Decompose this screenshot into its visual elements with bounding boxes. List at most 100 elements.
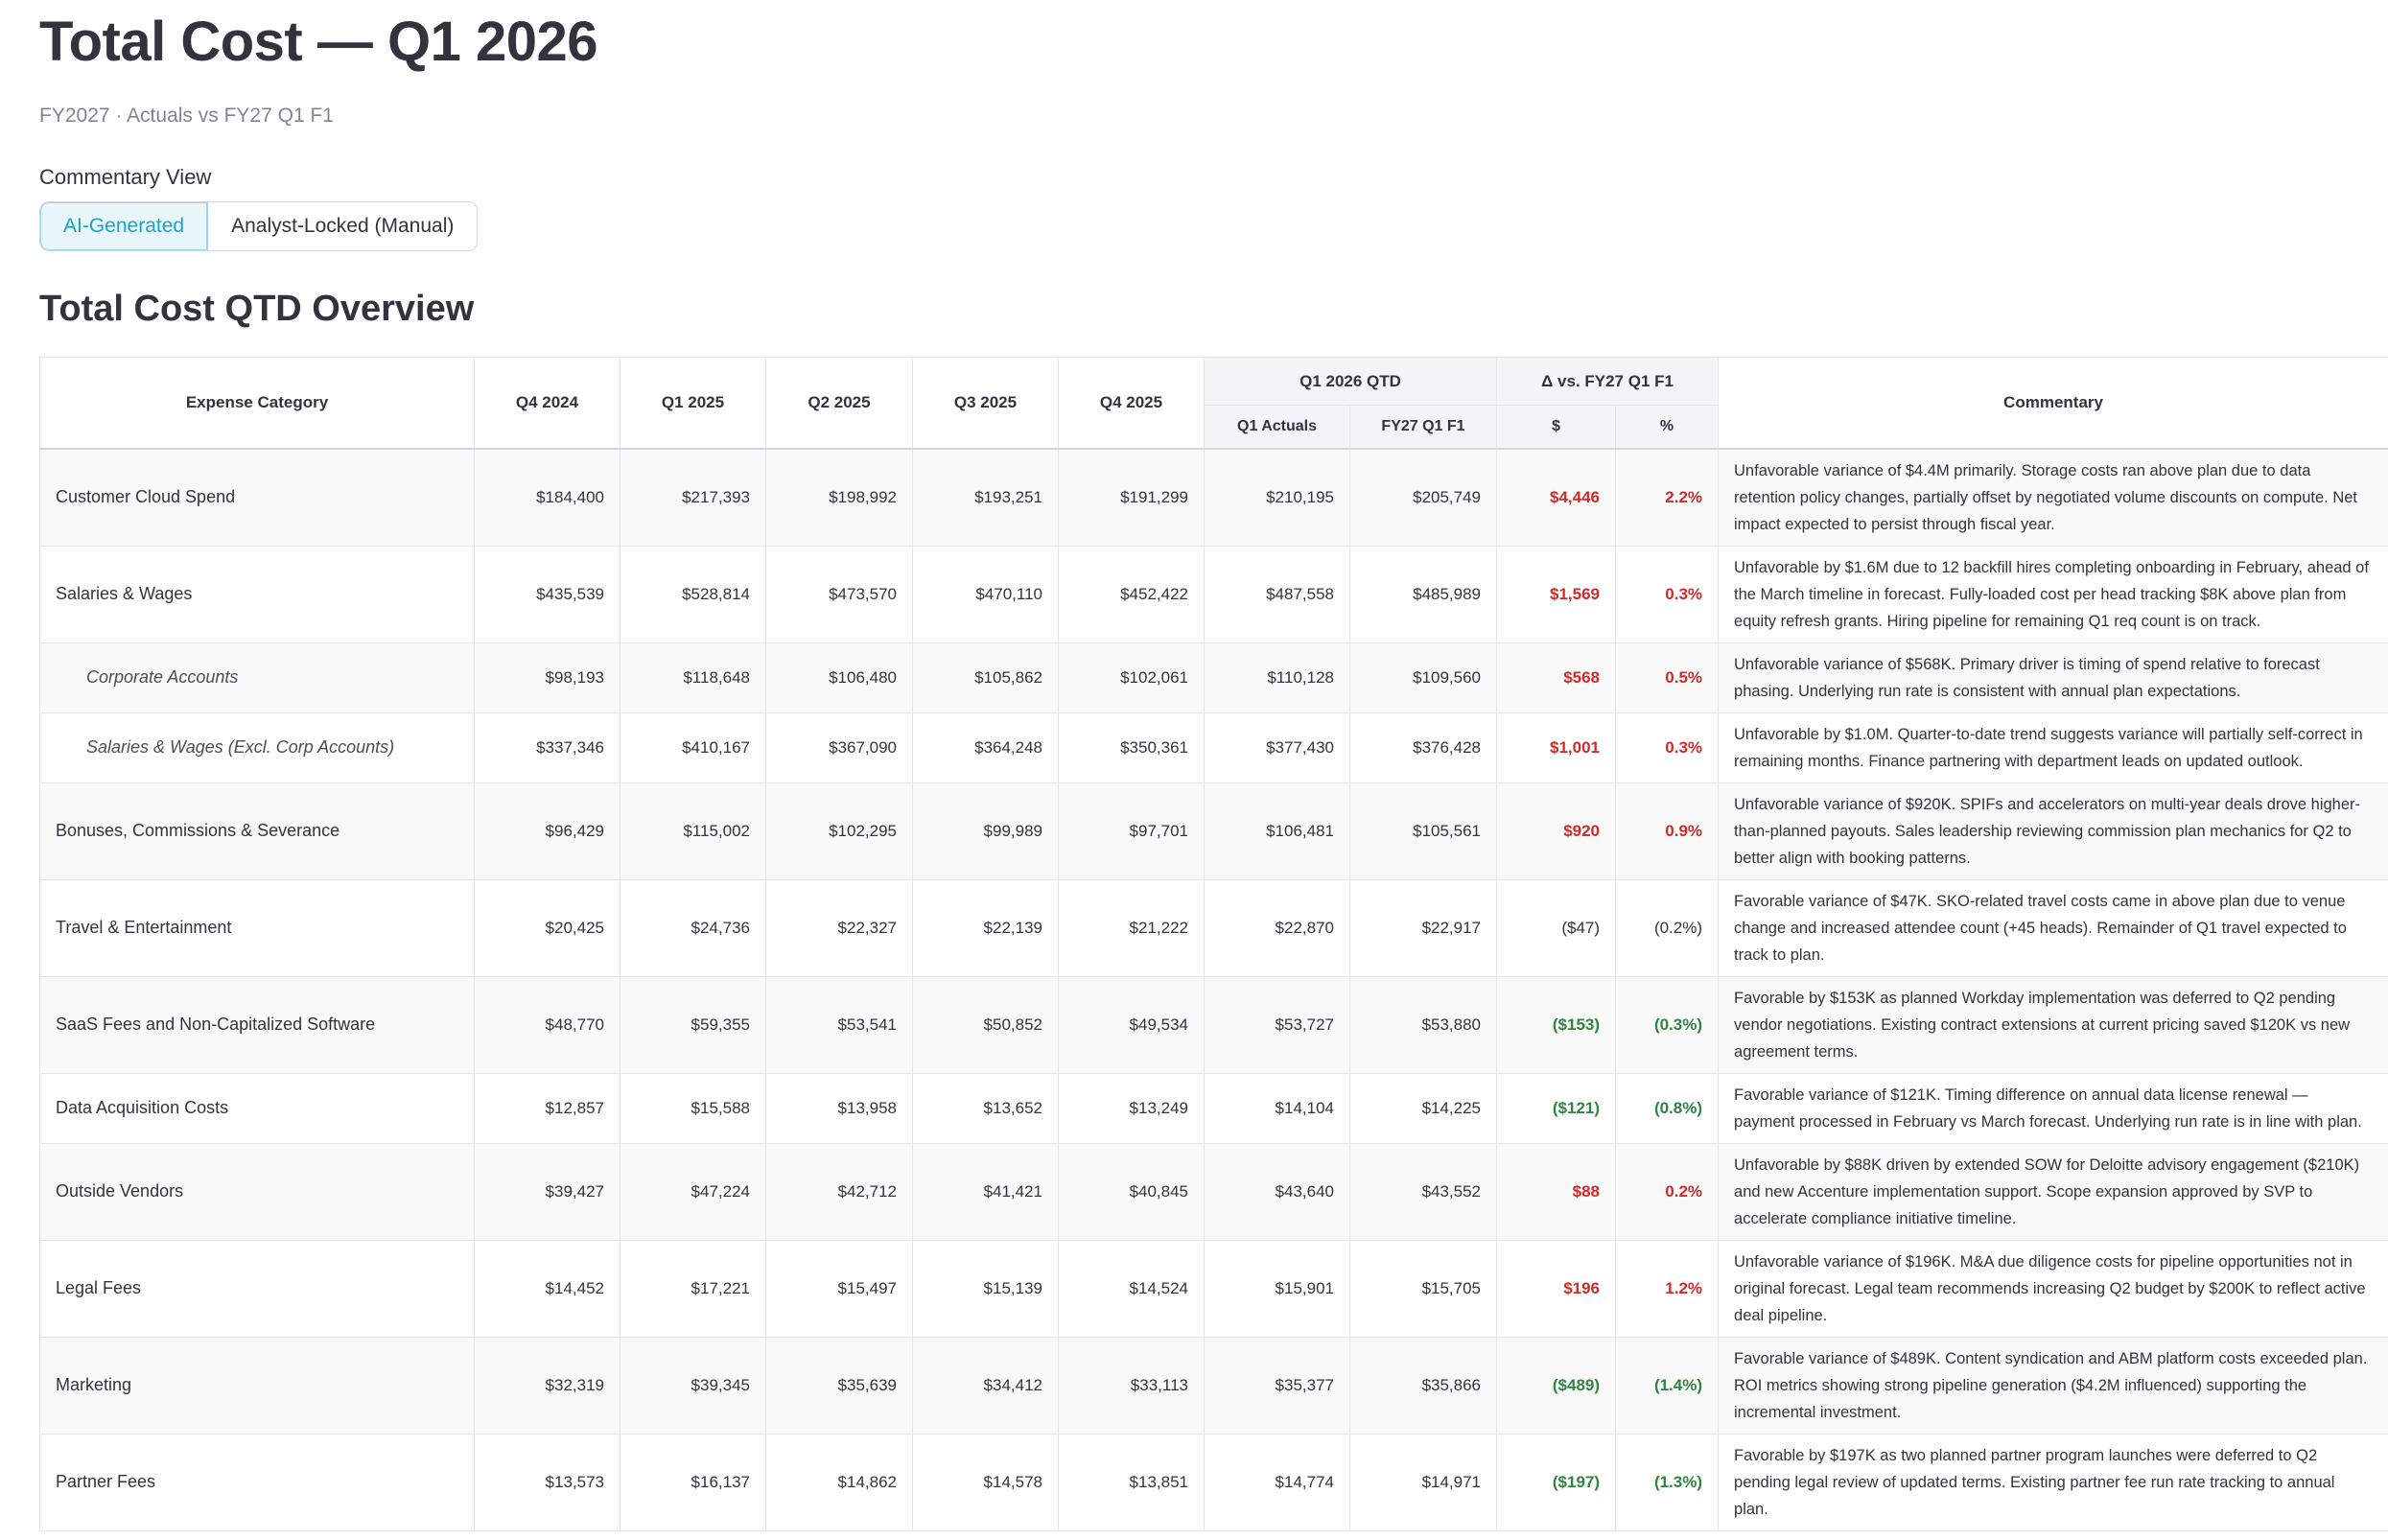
ai-generated-option[interactable]: AI-Generated xyxy=(40,202,209,250)
table-row[interactable]: Legal Fees $14,452 $17,221 $15,497 $15,139 $1… xyxy=(39,1239,2388,1338)
cell-commentary: Unfavorable variance of $4.4M primarily.… xyxy=(1718,448,2388,547)
header-delta-usd[interactable]: $ xyxy=(1496,405,1617,450)
header-q3-2025[interactable]: Q3 2025 xyxy=(912,357,1059,450)
cell-fy27-f1: $205,749 xyxy=(1348,448,1498,547)
cell-delta-pct: 0.3% xyxy=(1615,712,1720,783)
cell-q2-2025: $106,480 xyxy=(765,642,913,713)
commentary-view-label: Commentary View xyxy=(39,165,212,189)
commentary-view-toggle: AI-Generated Analyst-Locked (Manual) xyxy=(39,201,479,251)
cell-q4-2024: $12,857 xyxy=(474,1072,620,1144)
table-row[interactable]: Marketing $32,319 $39,345 $35,639 $34,412 $33… xyxy=(39,1336,2388,1435)
cell-q3-2025: $14,578 xyxy=(912,1433,1059,1531)
cell-commentary: Favorable by $197K as two planned partne… xyxy=(1718,1433,2388,1531)
cell-q4-2025: $40,845 xyxy=(1058,1142,1205,1241)
header-fy27-q1-f1[interactable]: FY27 Q1 F1 xyxy=(1348,405,1498,450)
table-row[interactable]: Bonuses, Commissions & Severance $96,429 $… xyxy=(39,782,2388,880)
cell-fy27-f1: $485,989 xyxy=(1348,545,1498,643)
cell-delta-pct: (1.3%) xyxy=(1615,1433,1720,1531)
cell-fy27-f1: $22,917 xyxy=(1348,878,1498,977)
cell-q1-2025: $16,137 xyxy=(620,1433,766,1531)
header-commentary[interactable]: Commentary xyxy=(1718,357,2388,450)
header-q1-actuals[interactable]: Q1 Actuals xyxy=(1204,405,1350,450)
table-row[interactable]: Salaries & Wages (Excl. Corp Accounts) $3… xyxy=(39,712,2388,783)
header-q1-2025[interactable]: Q1 2025 xyxy=(620,357,766,450)
cell-q1-actuals: $43,640 xyxy=(1204,1142,1350,1241)
cell-q4-2024: $32,319 xyxy=(474,1336,620,1435)
page-title: Total Cost — Q1 2026 xyxy=(39,11,597,73)
header-delta-pct[interactable]: % xyxy=(1615,405,1720,450)
cell-q3-2025: $34,412 xyxy=(912,1336,1059,1435)
cell-delta-pct: (0.8%) xyxy=(1615,1072,1720,1144)
cell-expense-category: Corporate Accounts xyxy=(39,642,475,713)
table-row[interactable]: Outside Vendors $39,427 $47,224 $42,712 $41,… xyxy=(39,1142,2388,1241)
cell-q1-actuals: $35,377 xyxy=(1204,1336,1350,1435)
cell-q3-2025: $50,852 xyxy=(912,975,1059,1074)
cell-commentary: Unfavorable by $1.6M due to 12 backfill … xyxy=(1718,545,2388,643)
header-q4-2024[interactable]: Q4 2024 xyxy=(474,357,620,450)
cell-q4-2025: $49,534 xyxy=(1058,975,1205,1074)
cell-expense-category: Travel & Entertainment xyxy=(39,878,475,977)
cell-q4-2024: $184,400 xyxy=(474,448,620,547)
table-row[interactable]: Salaries & Wages $435,539 $528,814 $473,570… xyxy=(39,545,2388,643)
table-row[interactable]: Corporate Accounts $98,193 $118,648 $106,48… xyxy=(39,642,2388,713)
cell-q2-2025: $198,992 xyxy=(765,448,913,547)
cell-delta-pct: 0.3% xyxy=(1615,545,1720,643)
cell-q3-2025: $13,652 xyxy=(912,1072,1059,1144)
cell-q1-2025: $217,393 xyxy=(620,448,766,547)
cell-q2-2025: $53,541 xyxy=(765,975,913,1074)
cell-expense-category: Data Acquisition Costs xyxy=(39,1072,475,1144)
cell-expense-category: SaaS Fees and Non-Capitalized Software xyxy=(39,975,475,1074)
cell-fy27-f1: $43,552 xyxy=(1348,1142,1498,1241)
cell-q3-2025: $22,139 xyxy=(912,878,1059,977)
cell-expense-category: Marketing xyxy=(39,1336,475,1435)
cell-q1-2025: $115,002 xyxy=(620,782,766,880)
cell-delta-usd: ($489) xyxy=(1496,1336,1617,1435)
cell-q4-2024: $13,573 xyxy=(474,1433,620,1531)
cell-delta-usd: $196 xyxy=(1496,1239,1617,1338)
header-group-delta: Δ vs. FY27 Q1 F1 xyxy=(1496,357,1720,406)
table-row[interactable]: SaaS Fees and Non-Capitalized Software $4… xyxy=(39,975,2388,1074)
table-row[interactable]: Partner Fees $13,573 $16,137 $14,862 $14,578… xyxy=(39,1433,2388,1531)
cell-delta-usd: $88 xyxy=(1496,1142,1617,1241)
cell-q4-2025: $33,113 xyxy=(1058,1336,1205,1435)
cell-q1-2025: $15,588 xyxy=(620,1072,766,1144)
cell-commentary: Unfavorable by $1.0M. Quarter-to-date tr… xyxy=(1718,712,2388,783)
cell-q4-2024: $20,425 xyxy=(474,878,620,977)
table-row[interactable]: Customer Cloud Spend $184,400 $217,393 $198… xyxy=(39,448,2388,547)
table-row[interactable]: Data Acquisition Costs $12,857 $15,588 $13,… xyxy=(39,1072,2388,1144)
cell-expense-category: Partner Fees xyxy=(39,1433,475,1531)
cell-fy27-f1: $35,866 xyxy=(1348,1336,1498,1435)
cell-delta-pct: 0.5% xyxy=(1615,642,1720,713)
header-q2-2025[interactable]: Q2 2025 xyxy=(765,357,913,450)
cell-delta-pct: 0.2% xyxy=(1615,1142,1720,1241)
cell-q4-2025: $350,361 xyxy=(1058,712,1205,783)
table-body: Customer Cloud Spend $184,400 $217,393 $198… xyxy=(39,448,2388,1531)
cell-q1-actuals: $210,195 xyxy=(1204,448,1350,547)
cell-q1-2025: $47,224 xyxy=(620,1142,766,1241)
cell-q3-2025: $364,248 xyxy=(912,712,1059,783)
cell-q1-actuals: $110,128 xyxy=(1204,642,1350,713)
cell-q1-actuals: $15,901 xyxy=(1204,1239,1350,1338)
cell-q4-2025: $97,701 xyxy=(1058,782,1205,880)
cell-fy27-f1: $15,705 xyxy=(1348,1239,1498,1338)
cell-q1-actuals: $377,430 xyxy=(1204,712,1350,783)
cell-fy27-f1: $376,428 xyxy=(1348,712,1498,783)
cell-q4-2024: $14,452 xyxy=(474,1239,620,1338)
header-expense-category[interactable]: Expense Category xyxy=(39,357,475,450)
cell-q2-2025: $42,712 xyxy=(765,1142,913,1241)
table-row[interactable]: Travel & Entertainment $20,425 $24,736 $22,… xyxy=(39,878,2388,977)
cell-q2-2025: $14,862 xyxy=(765,1433,913,1531)
cell-q1-actuals: $22,870 xyxy=(1204,878,1350,977)
cell-q2-2025: $473,570 xyxy=(765,545,913,643)
cell-delta-usd: ($153) xyxy=(1496,975,1617,1074)
cell-delta-usd: $1,569 xyxy=(1496,545,1617,643)
cell-q1-actuals: $487,558 xyxy=(1204,545,1350,643)
cell-q1-2025: $59,355 xyxy=(620,975,766,1074)
header-q4-2025[interactable]: Q4 2025 xyxy=(1058,357,1205,450)
cell-commentary: Unfavorable by $88K driven by extended S… xyxy=(1718,1142,2388,1241)
cell-commentary: Unfavorable variance of $196K. M&A due d… xyxy=(1718,1239,2388,1338)
cell-fy27-f1: $53,880 xyxy=(1348,975,1498,1074)
analyst-locked-option[interactable]: Analyst-Locked (Manual) xyxy=(208,202,478,250)
cell-q3-2025: $193,251 xyxy=(912,448,1059,547)
cell-q4-2025: $452,422 xyxy=(1058,545,1205,643)
